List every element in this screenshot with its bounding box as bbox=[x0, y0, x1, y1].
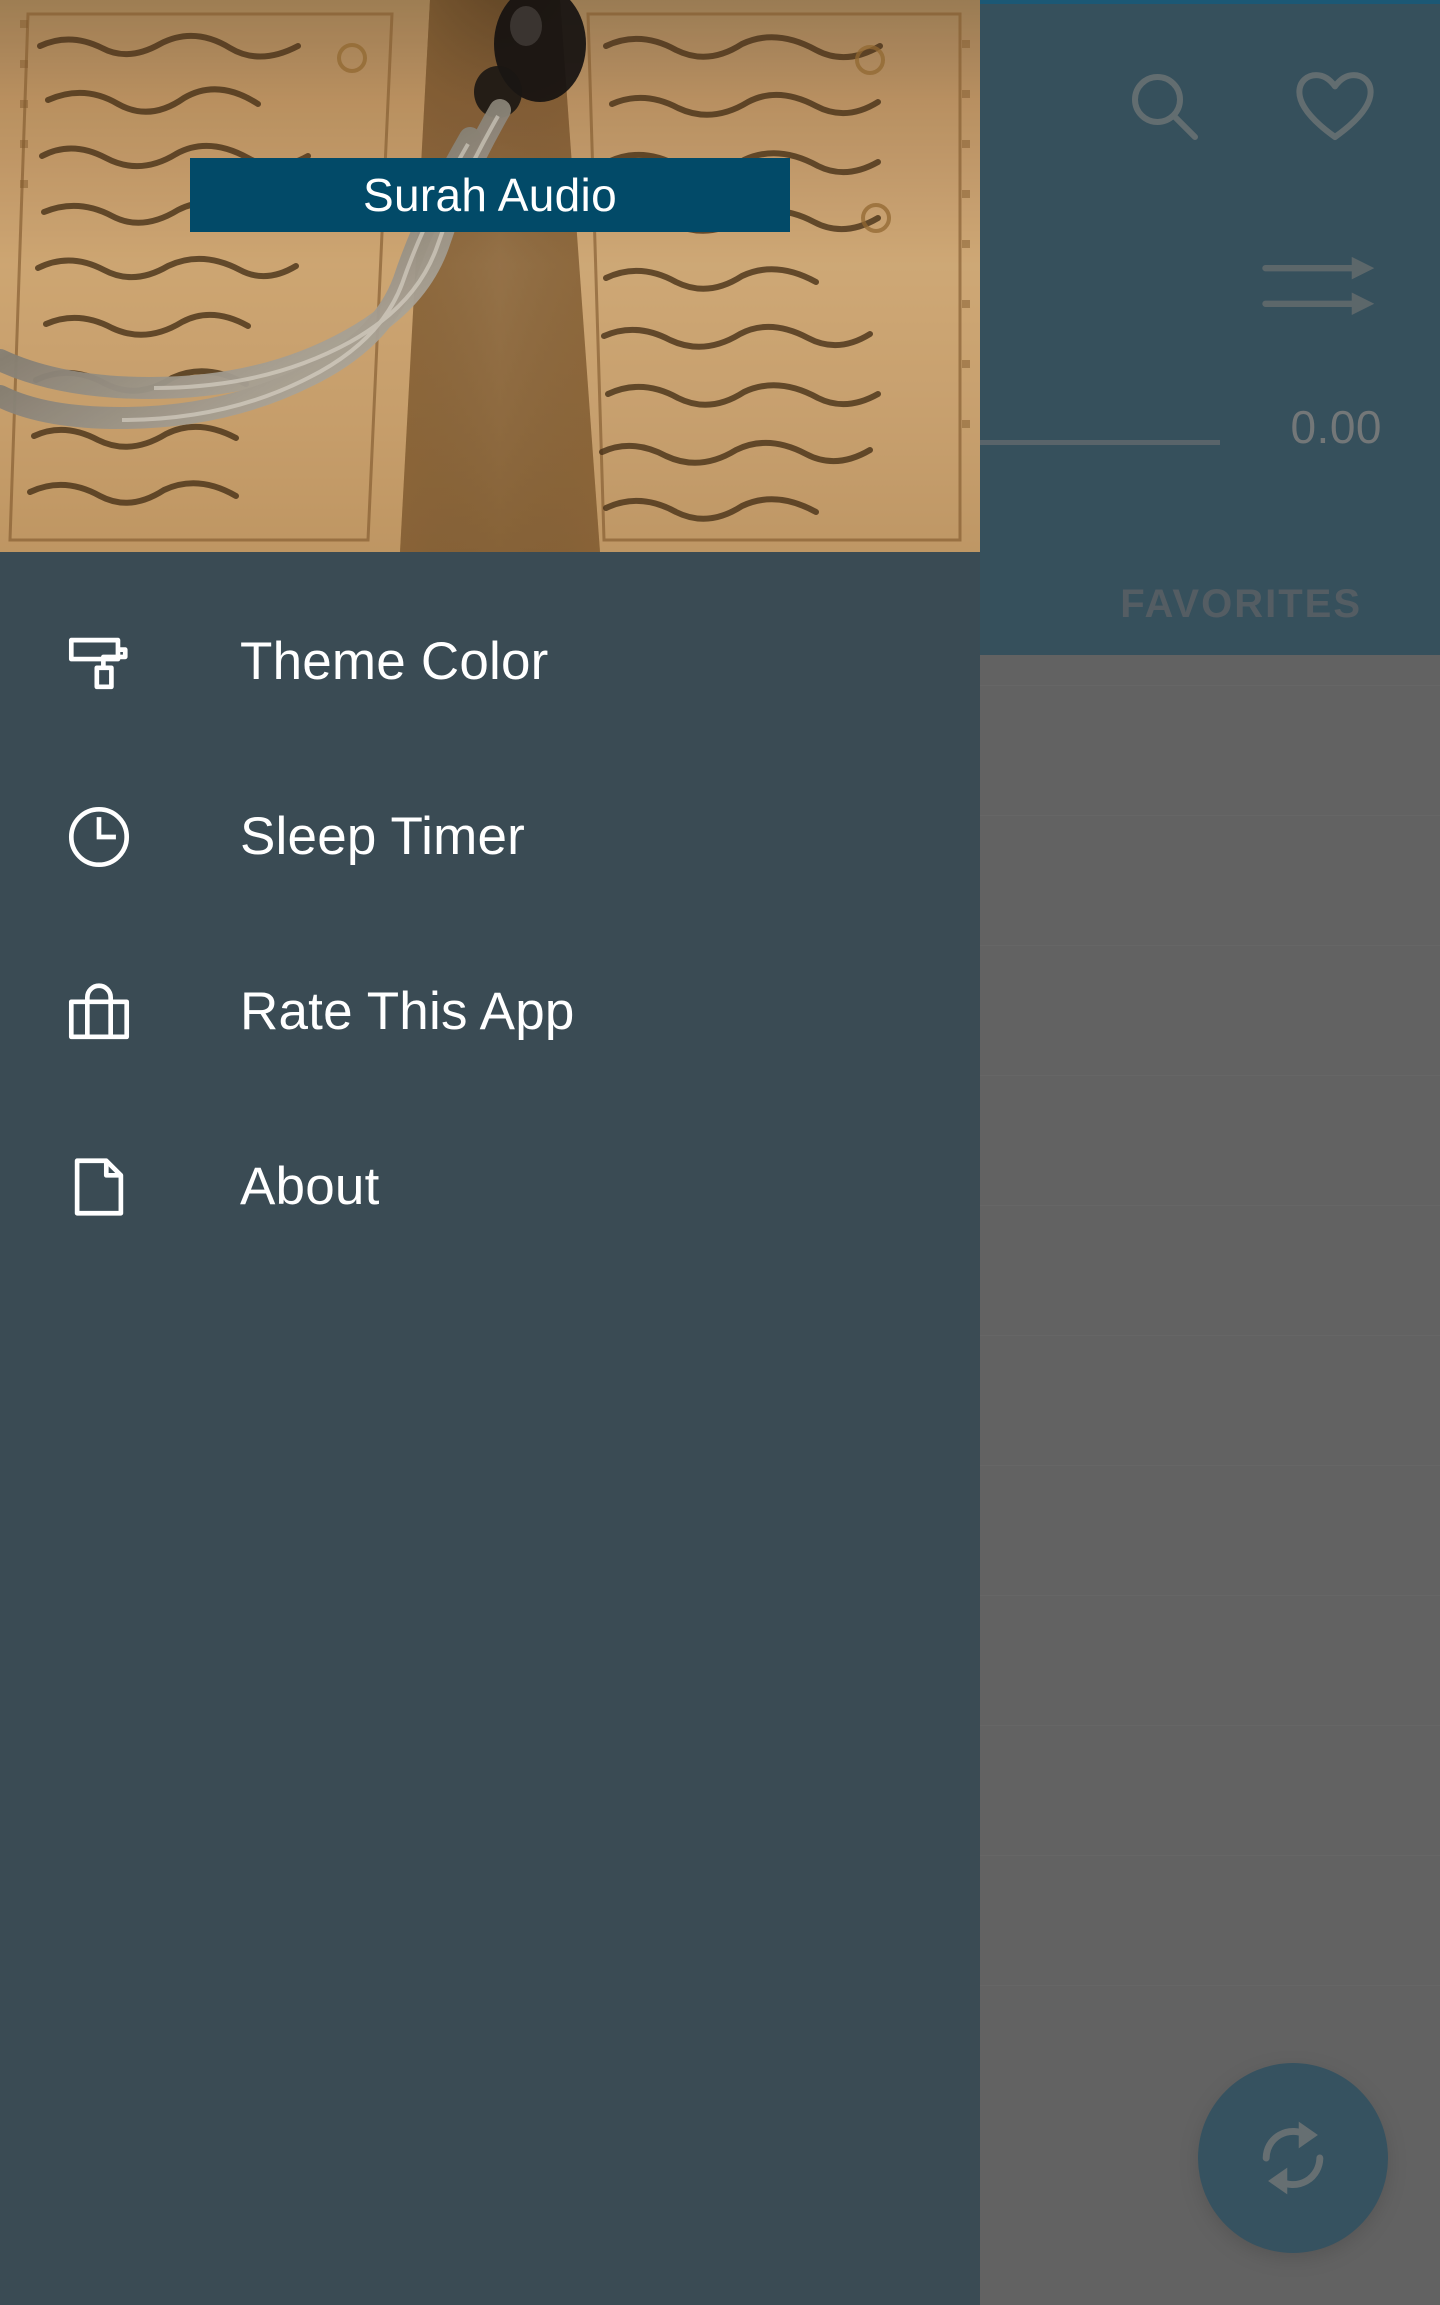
drawer-item-theme-color[interactable]: Theme Color bbox=[0, 574, 980, 749]
drawer-item-sleep-timer[interactable]: Sleep Timer bbox=[0, 749, 980, 924]
drawer-item-rate-this-app[interactable]: Rate This App bbox=[0, 924, 980, 1099]
shopping-bag-icon bbox=[64, 977, 134, 1047]
status-bar-strip bbox=[980, 0, 1440, 4]
quran-book-with-prayer-beads bbox=[0, 0, 980, 552]
drawer-item-label: Rate This App bbox=[240, 982, 575, 1041]
clock-icon bbox=[64, 802, 134, 872]
drawer-title-banner: Surah Audio bbox=[190, 158, 790, 232]
document-icon bbox=[64, 1152, 134, 1222]
paint-roller-icon bbox=[64, 627, 134, 697]
drawer-item-about[interactable]: About bbox=[0, 1099, 980, 1274]
app-screen: 0.00 ST FAVORITES bbox=[0, 0, 1440, 2305]
drawer-title-text: Surah Audio bbox=[363, 169, 617, 221]
navigation-drawer: Surah Audio Theme Color Sleep Timer Rate… bbox=[0, 0, 980, 2305]
drawer-item-label: Theme Color bbox=[240, 632, 549, 691]
drawer-item-label: About bbox=[240, 1157, 380, 1216]
drawer-item-label: Sleep Timer bbox=[240, 807, 525, 866]
drawer-header: Surah Audio bbox=[0, 0, 980, 552]
drawer-menu: Theme Color Sleep Timer Rate This App Ab… bbox=[0, 552, 980, 1274]
